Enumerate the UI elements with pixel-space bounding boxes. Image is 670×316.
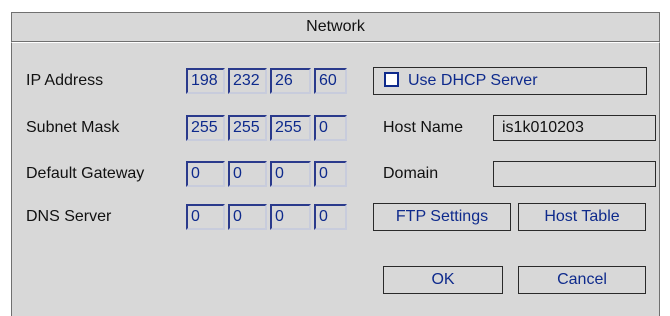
dns-octet-1[interactable]: 0 bbox=[186, 204, 225, 230]
ip-octet-1[interactable]: 198 bbox=[186, 68, 225, 94]
default-gateway-label: Default Gateway bbox=[26, 165, 145, 182]
gateway-octet-4[interactable]: 0 bbox=[314, 161, 347, 187]
cancel-button[interactable]: Cancel bbox=[518, 266, 646, 294]
use-dhcp-label: Use DHCP Server bbox=[408, 72, 538, 89]
dns-octet-3[interactable]: 0 bbox=[270, 204, 311, 230]
dialog-title: Network bbox=[11, 12, 660, 42]
domain-label: Domain bbox=[383, 165, 439, 182]
ftp-settings-button[interactable]: FTP Settings bbox=[373, 203, 511, 231]
gateway-octet-3[interactable]: 0 bbox=[270, 161, 311, 187]
subnet-mask-label: Subnet Mask bbox=[26, 119, 120, 136]
dns-server-label: DNS Server bbox=[26, 208, 112, 225]
dns-octet-4[interactable]: 0 bbox=[314, 204, 347, 230]
host-name-label: Host Name bbox=[383, 119, 464, 136]
ip-octet-2[interactable]: 232 bbox=[228, 68, 267, 94]
dns-octet-2[interactable]: 0 bbox=[228, 204, 267, 230]
ok-button[interactable]: OK bbox=[383, 266, 503, 294]
checkbox-icon[interactable] bbox=[384, 72, 399, 87]
network-settings-panel: IP Address 198 232 26 60 Use DHCP Server… bbox=[11, 42, 660, 316]
subnet-octet-3[interactable]: 255 bbox=[270, 115, 311, 141]
network-dialog: Network IP Address 198 232 26 60 Use DHC… bbox=[0, 0, 670, 316]
subnet-octet-4[interactable]: 0 bbox=[314, 115, 347, 141]
subnet-octet-2[interactable]: 255 bbox=[228, 115, 267, 141]
host-table-button[interactable]: Host Table bbox=[518, 203, 646, 231]
gateway-octet-2[interactable]: 0 bbox=[228, 161, 267, 187]
host-name-input[interactable]: is1k010203 bbox=[493, 115, 656, 141]
subnet-octet-1[interactable]: 255 bbox=[186, 115, 225, 141]
domain-input[interactable] bbox=[493, 161, 656, 187]
ip-address-label: IP Address bbox=[26, 72, 104, 89]
ip-octet-4[interactable]: 60 bbox=[314, 68, 347, 94]
ip-octet-3[interactable]: 26 bbox=[270, 68, 311, 94]
gateway-octet-1[interactable]: 0 bbox=[186, 161, 225, 187]
use-dhcp-checkbox[interactable]: Use DHCP Server bbox=[373, 67, 647, 95]
